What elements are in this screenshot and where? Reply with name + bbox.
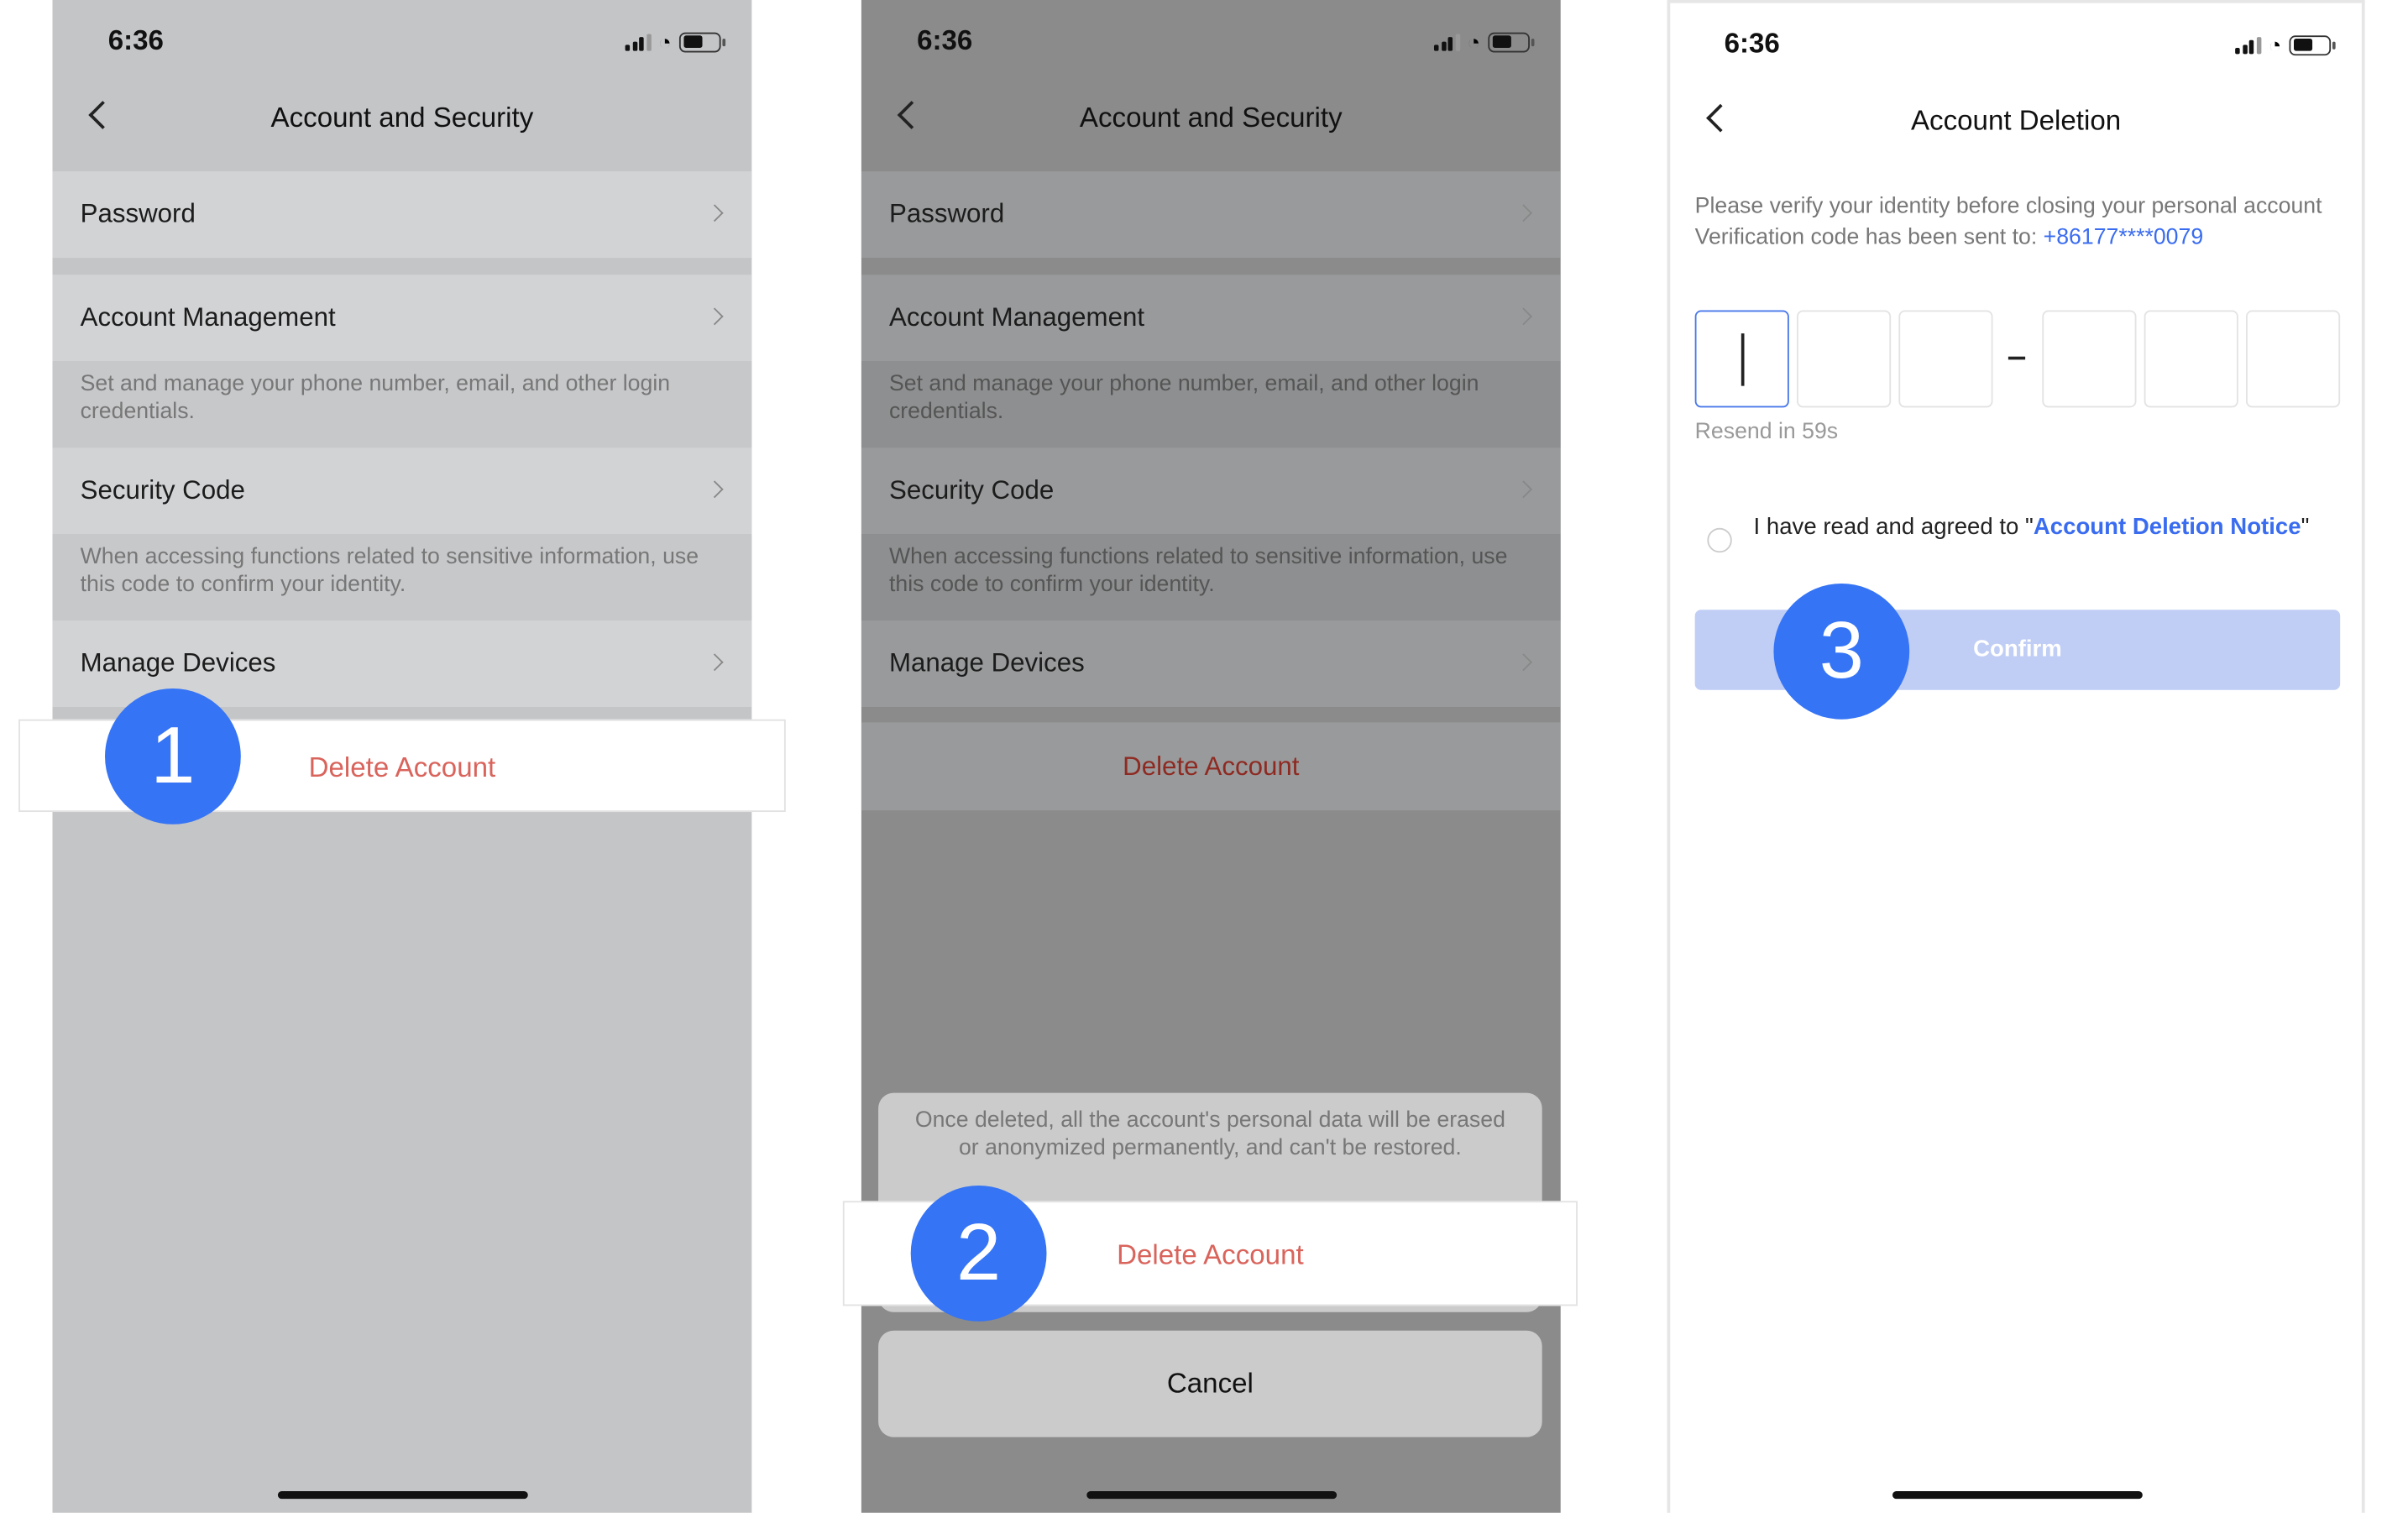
menu-item-security-code[interactable]: Security Code — [52, 448, 752, 535]
code-digit-5[interactable] — [2144, 310, 2238, 408]
menu-item-account-management[interactable]: Account Management — [52, 275, 752, 362]
sent-label: Verification code has been sent to: — [1694, 225, 2044, 250]
agree-suffix: " — [2301, 514, 2310, 541]
chevron-right-icon — [1515, 480, 1532, 499]
cancel-button[interactable]: Cancel — [878, 1330, 1542, 1437]
signal-icon — [625, 33, 651, 50]
status-icons: ◔ — [1434, 29, 1535, 55]
agree-checkbox[interactable] — [1707, 527, 1732, 553]
wifi-icon: ◔ — [1467, 29, 1481, 55]
status-icons: ◔ — [2235, 32, 2336, 58]
battery-icon — [1488, 31, 1535, 52]
menu-label: Security Code — [80, 475, 245, 505]
delete-account-row[interactable]: Delete Account — [861, 722, 1561, 811]
battery-icon — [678, 31, 726, 52]
code-separator — [2008, 356, 2026, 360]
deletion-notice-link[interactable]: Account Deletion Notice — [2034, 514, 2301, 540]
chevron-right-icon — [705, 204, 724, 222]
signal-icon — [2235, 36, 2261, 54]
signal-icon — [1434, 33, 1460, 50]
page-title: Account and Security — [270, 102, 534, 134]
battery-icon — [2289, 34, 2336, 55]
back-icon[interactable] — [897, 101, 926, 129]
screen-account-deletion: 6:36 ◔ Account Deletion Please verify yo… — [1667, 0, 2365, 1513]
code-digit-6[interactable] — [2246, 310, 2341, 408]
step-badge-2: 2 — [910, 1185, 1047, 1322]
step-badge-1: 1 — [105, 688, 241, 825]
chevron-right-icon — [1515, 653, 1532, 672]
chevron-right-icon — [1515, 204, 1532, 222]
text-caret — [1741, 333, 1745, 386]
agree-prefix: I have read and agreed to " — [1753, 514, 2034, 541]
menu-description: When accessing functions related to sens… — [52, 534, 752, 621]
code-digit-2[interactable] — [1797, 310, 1892, 408]
chevron-right-icon — [1515, 307, 1532, 326]
page-title: Account and Security — [1079, 102, 1343, 134]
menu-description: Set and manage your phone number, email,… — [52, 361, 752, 448]
home-indicator — [1892, 1490, 2143, 1500]
menu-label: Account Management — [80, 302, 336, 332]
delete-account-label: Delete Account — [308, 751, 496, 783]
back-icon[interactable] — [1706, 103, 1735, 133]
menu-description: When accessing functions related to sens… — [861, 534, 1561, 621]
menu-item-account-management[interactable]: Account Management — [861, 275, 1561, 362]
back-icon[interactable] — [88, 101, 118, 129]
chevron-right-icon — [705, 653, 724, 672]
chevron-right-icon — [705, 307, 724, 326]
step-badge-3: 3 — [1773, 583, 1910, 720]
menu-label: Password — [888, 199, 1005, 229]
masked-phone: +86177****0079 — [2043, 225, 2204, 250]
delete-account-label: Delete Account — [1117, 1239, 1304, 1271]
chevron-right-icon — [705, 480, 724, 499]
menu-description: Set and manage your phone number, email,… — [861, 361, 1561, 448]
menu-item-security-code[interactable]: Security Code — [861, 448, 1561, 535]
menu-item-password[interactable]: Password — [861, 171, 1561, 259]
menu-label: Password — [80, 199, 196, 229]
intro-text: Please verify your identity before closi… — [1694, 194, 2322, 220]
menu-label: Security Code — [888, 475, 1055, 505]
verification-intro: Please verify your identity before closi… — [1695, 191, 2328, 254]
nav-bar: Account and Security — [53, 86, 752, 154]
menu-label: Manage Devices — [80, 648, 276, 678]
code-digit-1[interactable] — [1694, 310, 1789, 408]
agreement-text: I have read and agreed to "Account Delet… — [1754, 512, 2310, 542]
wifi-icon: ◔ — [658, 29, 672, 55]
status-time: 6:36 — [107, 24, 164, 56]
home-indicator — [1086, 1490, 1337, 1500]
menu-label: Manage Devices — [888, 648, 1085, 678]
status-time: 6:36 — [917, 24, 973, 56]
home-indicator — [277, 1490, 528, 1500]
menu-label: Account Management — [888, 302, 1145, 332]
wifi-icon: ◔ — [2268, 32, 2282, 58]
code-digit-3[interactable] — [1898, 310, 1993, 408]
code-digit-4[interactable] — [2042, 310, 2137, 408]
page-title: Account Deletion — [1910, 105, 2122, 136]
menu-item-manage-devices[interactable]: Manage Devices — [861, 620, 1561, 708]
nav-bar: Account Deletion — [1670, 90, 2362, 158]
menu-item-password[interactable]: Password — [52, 171, 752, 259]
nav-bar: Account and Security — [861, 86, 1561, 154]
status-time: 6:36 — [1724, 28, 1780, 59]
status-icons: ◔ — [625, 29, 726, 55]
resend-countdown: Resend in 59s — [1694, 420, 1839, 445]
